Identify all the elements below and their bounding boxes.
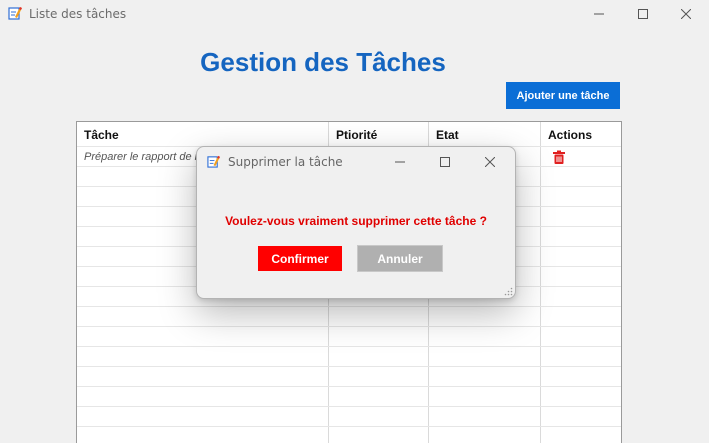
delete-task-dialog: Supprimer la tâche Voulez-vous vraiment … — [196, 146, 516, 299]
row-divider — [77, 426, 621, 427]
dialog-maximize-button[interactable] — [422, 147, 468, 177]
maximize-icon — [638, 9, 648, 19]
minimize-icon — [395, 161, 405, 163]
row-divider — [77, 346, 621, 347]
column-divider — [540, 122, 541, 443]
minimize-button[interactable] — [576, 0, 622, 28]
dialog-minimize-button[interactable] — [377, 147, 423, 177]
row-divider — [77, 326, 621, 327]
maximize-button[interactable] — [620, 0, 666, 28]
row-divider — [77, 366, 621, 367]
confirmation-message: Voulez-vous vraiment supprimer cette tâc… — [225, 214, 487, 228]
column-header-actions[interactable]: Actions — [541, 122, 621, 146]
resize-grip-icon[interactable] — [504, 287, 513, 296]
row-divider — [77, 306, 621, 307]
close-icon — [485, 157, 495, 167]
cancel-button[interactable]: Annuler — [357, 245, 443, 272]
window-title: Liste des tâches — [29, 7, 127, 21]
column-header-task[interactable]: Tâche — [77, 122, 329, 146]
window-titlebar: Liste des tâches — [0, 0, 709, 28]
maximize-icon — [440, 157, 450, 167]
dialog-title: Supprimer la tâche — [228, 155, 343, 169]
minimize-icon — [594, 13, 604, 15]
close-icon — [681, 9, 691, 19]
add-task-button[interactable]: Ajouter une tâche — [506, 82, 620, 109]
dialog-close-button[interactable] — [467, 147, 513, 177]
confirm-button[interactable]: Confirmer — [258, 246, 342, 271]
app-icon — [8, 7, 22, 20]
column-header-priority[interactable]: Ptiorité — [329, 122, 429, 146]
row-divider — [77, 386, 621, 387]
app-icon — [207, 155, 220, 168]
column-header-status[interactable]: Etat — [429, 122, 541, 146]
page-title: Gestion des Tâches — [200, 47, 446, 77]
close-button[interactable] — [663, 0, 709, 28]
trash-icon[interactable] — [553, 150, 565, 164]
row-divider — [77, 406, 621, 407]
